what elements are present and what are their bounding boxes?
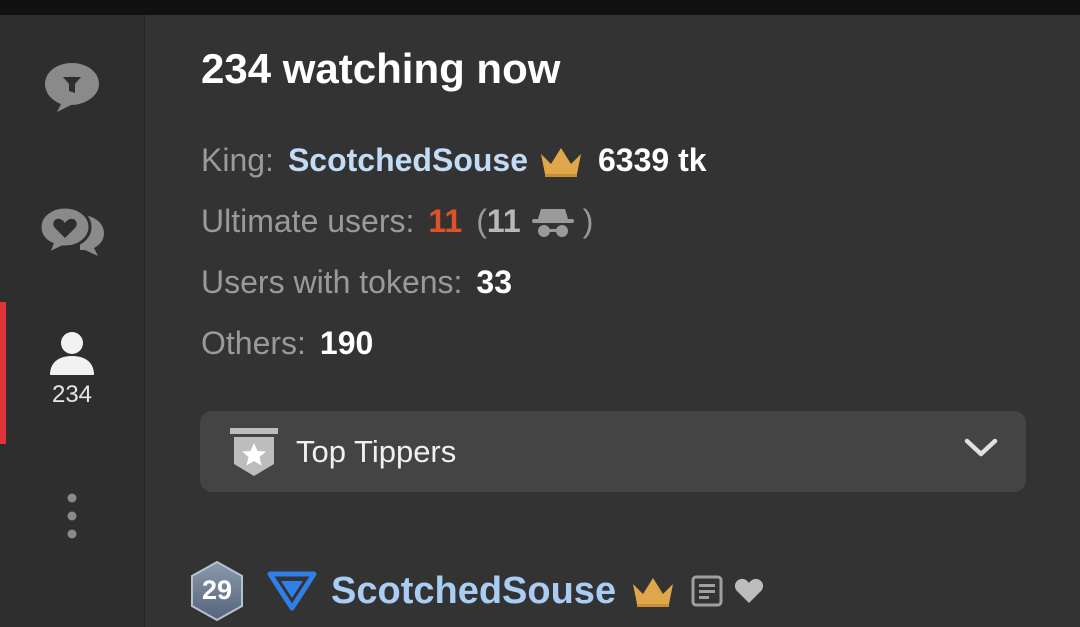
ultimate-users-count: 11 [428,203,463,239]
incognito-icon [531,208,574,237]
top-tippers-dropdown[interactable]: Top Tippers [200,411,1026,492]
user-list-item[interactable]: 29 ScotchedSouse [189,560,764,622]
king-tokens: 6339 tk [598,142,707,178]
more-vertical-icon [67,493,77,539]
crown-icon [633,578,674,607]
page-title: 234 watching now [201,45,561,92]
level-badge: 29 [189,560,245,622]
top-status-bar [0,0,1080,15]
tokens-users-label: Users with tokens: [201,264,463,300]
chat-bubble-icon [45,63,99,112]
sidebar-item-private-messages[interactable] [0,205,144,257]
anonymous-count: 11 [486,203,521,239]
star-shield-icon [230,427,278,476]
sidebar-item-more[interactable] [0,493,144,539]
others-count: 190 [319,325,374,361]
ultimate-users-label: Ultimate users: [201,203,415,239]
level-number: 29 [201,575,233,605]
paren-close: ) [582,203,594,239]
sidebar-item-users[interactable]: 234 [0,331,144,409]
others-row: Others: 190 [201,325,373,362]
crown-icon [541,147,581,177]
user-icon [50,332,94,375]
paren-open: ( [476,203,487,239]
heart-icon[interactable] [734,577,764,605]
note-icon [691,575,723,607]
users-panel: 234 watching now King: ScotchedSouse 633… [145,15,1080,627]
top-tippers-label: Top Tippers [296,433,457,469]
king-username[interactable]: ScotchedSouse [288,142,528,179]
others-label: Others: [201,325,306,361]
heart-chat-icon [38,205,104,257]
tokens-users-count: 33 [476,264,513,300]
tokens-users-row: Users with tokens: 33 [201,264,512,301]
triangle-badge-icon [267,571,317,611]
anonymous-count-group: (11 [476,203,520,240]
king-row: King: ScotchedSouse 6339 tk [201,142,707,179]
king-label: King: [201,142,274,178]
sidebar-item-chat[interactable] [0,60,144,112]
user-name[interactable]: ScotchedSouse [331,570,616,613]
ultimate-users-row: Ultimate users: 11 (11 ) [201,203,593,240]
sidebar: 234 [0,15,145,627]
chevron-down-icon[interactable] [964,437,998,459]
users-count: 234 [51,381,93,408]
